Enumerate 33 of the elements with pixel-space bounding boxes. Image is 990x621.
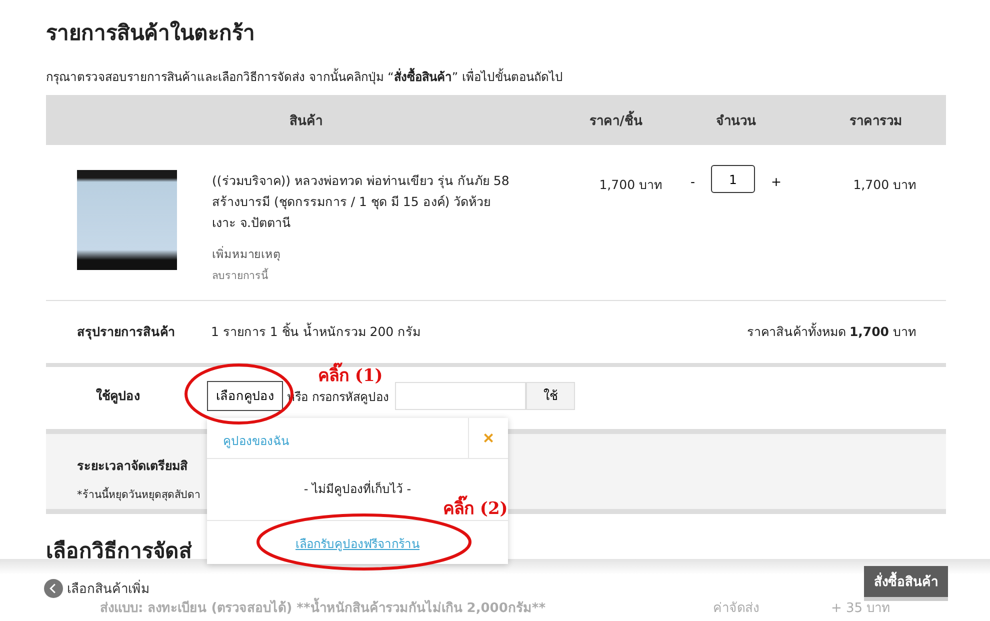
shipping-fee: + 35 บาท — [831, 601, 892, 617]
shipping-heading: เลือกวิธีการจัดส่ — [46, 538, 192, 565]
column-header: จำนวน — [715, 112, 757, 130]
summary-label: สรุปรายการสินค้า — [76, 323, 176, 342]
fee-label: ค่าจัดส่ง — [713, 601, 760, 617]
instruction-text: กรุณาตรวจสอบรายการสินค้าและเลือกวิธีการจัดส่ง จากนั้นคลิกปุ่ม “สั่งซื้อสินค้า” เพื่อไปขั้นตอนถัดไป — [46, 67, 946, 86]
add-note-link[interactable]: เพิ่มหมายเหตุ — [212, 245, 280, 263]
back-icon — [44, 579, 63, 598]
line-total: 1,700 บาท — [852, 176, 917, 194]
total-label: ราคาสินค้าทั้งหมด — [746, 322, 846, 341]
summary-detail: 1 รายการ 1 ชิ้น น้ำหนักรวม 200 กรัม — [211, 322, 422, 341]
remove-item-link[interactable]: ลบรายการนี้ — [212, 267, 268, 284]
quantity-field[interactable]: 1 — [711, 165, 756, 193]
coupon-code-field[interactable] — [394, 382, 526, 410]
annotation-text: คลิ๊ก (1) — [318, 361, 383, 388]
coupon-label: ใช้คูปอง — [95, 387, 141, 406]
decrease-button[interactable]: - — [686, 174, 700, 189]
order-button[interactable]: สั่งซื้อสินค้า — [864, 566, 948, 601]
preparation-note: *ร้านนี้หยุดวันหยุดสุดสัปดา — [77, 486, 200, 503]
column-header: ราคา/ชิ้น — [566, 110, 666, 130]
continue-shopping-link[interactable]: เลือกสินค้าเพิ่ม — [44, 578, 150, 599]
annotation-text: คลิ๊ก (2) — [443, 494, 508, 521]
popup-title: คูปองของฉัน — [222, 433, 290, 450]
column-header: สินค้า — [288, 112, 324, 130]
grand-total: 1,700 บาท — [848, 323, 917, 341]
increase-button[interactable]: + — [767, 174, 786, 189]
column-header: ราคารวม — [848, 112, 904, 130]
choose-coupon-button[interactable]: เลือกคูปอง — [207, 381, 283, 411]
unit-price: 1,700 บาท — [598, 176, 663, 194]
preparation-title: ระยะเวลาจัดเตรียมสิ — [77, 457, 189, 475]
product-name[interactable]: ((ร่วมบริจาค)) หลวงพ่อทวด พ่อท่านเขียว รุ่น กันภัย 58 สร้างบารมี (ชุดกรรมการ / 1 ชุด มี 15 องค์) วัดห้วยเงาะ จ.ปัตตานี — [212, 170, 512, 233]
page-title: รายการสินค้าในตะกร้า — [46, 20, 256, 47]
apply-button[interactable]: ใช้ — [526, 382, 575, 410]
